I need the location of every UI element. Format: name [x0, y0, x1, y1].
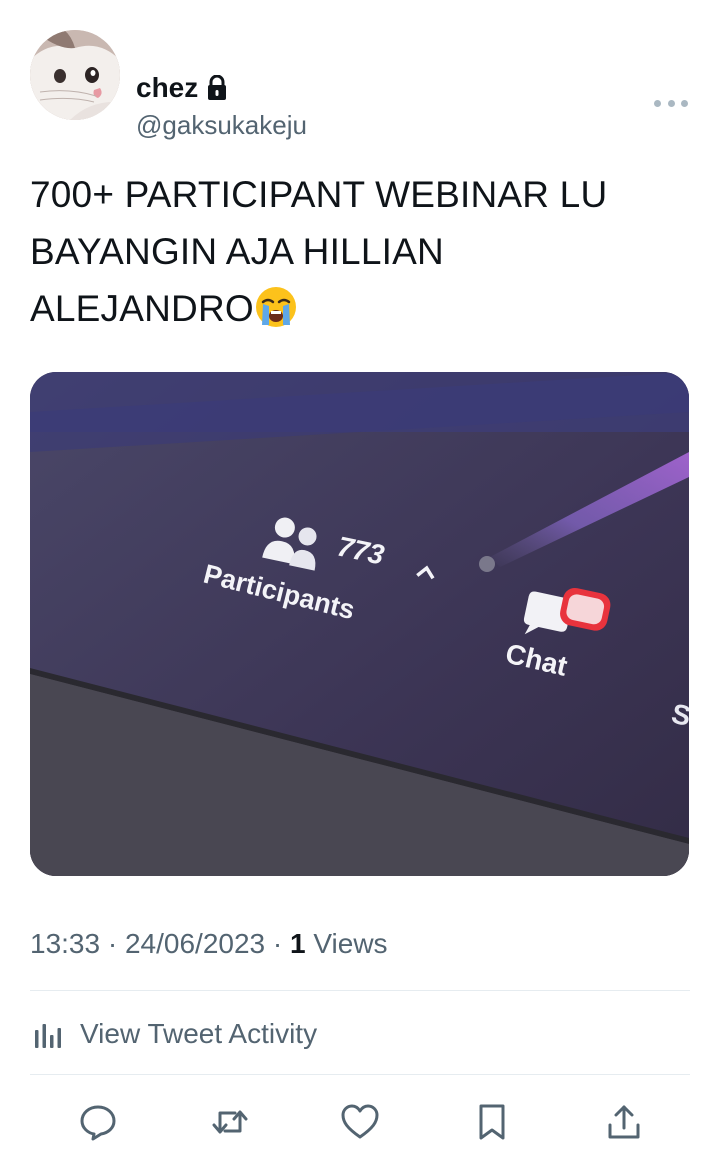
divider: [30, 1074, 690, 1075]
tweet-media-photo[interactable]: 773 Participants Chat S: [30, 372, 689, 876]
reply-button[interactable]: [74, 1098, 122, 1146]
retweet-arrows-icon: [212, 1110, 248, 1134]
bar-chart-icon: [35, 1024, 61, 1048]
author-handle[interactable]: @gaksukakeju: [136, 110, 307, 141]
tweet-time[interactable]: 13:33: [30, 928, 100, 959]
tweet-text-content: 700+ PARTICIPANT WEBINAR LU BAYANGIN AJA…: [30, 174, 608, 329]
lock-icon: [206, 74, 228, 101]
share-button[interactable]: [600, 1098, 648, 1146]
like-button[interactable]: [336, 1098, 384, 1146]
more-options-icon[interactable]: [654, 98, 688, 108]
tweet-meta: 13:33 · 24/06/2023 · 1 Views: [30, 928, 388, 960]
tweet-header: chez @gaksukakeju: [30, 30, 690, 140]
avatar[interactable]: [30, 30, 120, 120]
name-row: chez: [136, 72, 228, 104]
bookmark-icon: [479, 1104, 505, 1140]
heart-icon: [341, 1104, 379, 1139]
view-tweet-activity-label: View Tweet Activity: [80, 1018, 318, 1049]
tweet-text: 700+ PARTICIPANT WEBINAR LU BAYANGIN AJA…: [30, 166, 680, 337]
divider: [30, 990, 690, 991]
retweet-button[interactable]: [206, 1098, 254, 1146]
meta-separator: ·: [272, 928, 283, 959]
speech-bubble-icon: [80, 1105, 116, 1141]
zoom-toolbar-photo: 773 Participants Chat S: [30, 372, 689, 876]
views-count: 1: [290, 928, 306, 959]
views-label: Views: [313, 928, 388, 959]
tweet-actions: [30, 1094, 690, 1150]
bookmark-button[interactable]: [468, 1098, 516, 1146]
share-upload-icon: [608, 1105, 640, 1139]
cat-avatar-image: [30, 30, 120, 120]
meta-separator: ·: [107, 928, 118, 959]
view-tweet-activity-button[interactable]: View Tweet Activity: [30, 1012, 317, 1056]
loudly-crying-face-icon: [254, 285, 298, 329]
tweet-date[interactable]: 24/06/2023: [125, 928, 265, 959]
display-name[interactable]: chez: [136, 72, 198, 104]
